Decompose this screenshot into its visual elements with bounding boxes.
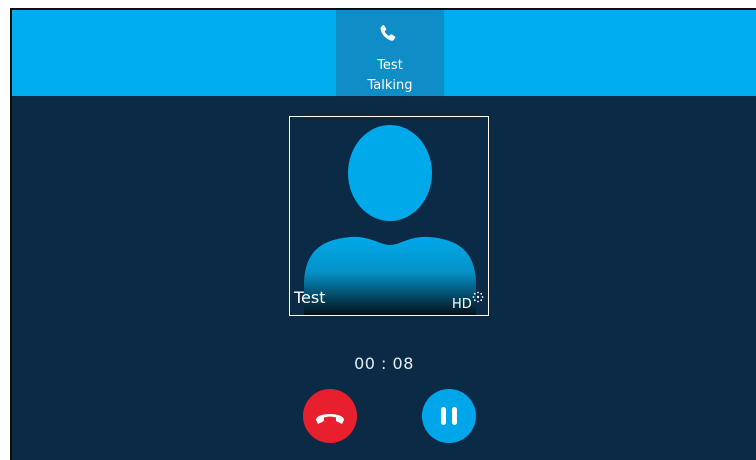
hold-button[interactable] xyxy=(422,389,476,443)
call-status: Talking xyxy=(367,78,413,93)
phone-icon xyxy=(380,24,396,41)
end-call-button[interactable] xyxy=(303,389,357,443)
call-screen: Test Talking Test HD 00: 08 xyxy=(10,8,756,460)
hd-audio-icon xyxy=(472,291,484,303)
contact-name: Test xyxy=(294,288,326,307)
call-tab-name: Test xyxy=(377,58,403,73)
hd-badge: HD xyxy=(452,291,484,312)
person-silhouette-icon xyxy=(304,125,476,315)
top-bar: Test Talking xyxy=(12,10,756,96)
active-call-tab[interactable]: Test Talking xyxy=(336,10,444,96)
call-duration: 00 : 08 xyxy=(354,354,414,373)
hd-label: HD xyxy=(452,297,472,312)
hang-up-icon xyxy=(316,414,344,424)
pause-icon xyxy=(441,407,457,425)
contact-avatar-card: Test HD xyxy=(289,116,489,316)
